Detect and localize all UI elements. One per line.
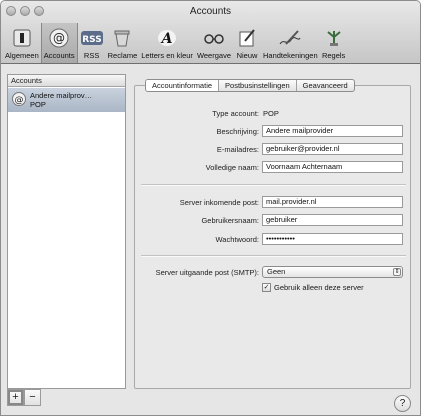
svg-text:@: @ [15, 96, 24, 106]
updown-arrows-icon: ⇕ [393, 268, 401, 276]
description-row: Beschrijving: Andere mailprovider [141, 125, 406, 137]
compose-icon [235, 27, 259, 49]
account-add-remove: + − [7, 389, 41, 406]
description-label: Beschrijving: [216, 126, 259, 136]
toolbar-label: RSS [83, 51, 100, 60]
only-this-server-checkbox[interactable]: ✓ [262, 283, 271, 292]
junk-mail-icon [110, 27, 134, 49]
smtp-select[interactable]: Geen ⇕ [262, 266, 403, 278]
type-account-value: POP [263, 108, 279, 118]
email-row: E-mailadres: gebruiker@provider.nl [141, 143, 406, 155]
smtp-row: Server uitgaande post (SMTP): Geen ⇕ [141, 266, 406, 278]
tab-accountinformatie[interactable]: Accountinformatie [146, 80, 220, 91]
at-sign-icon: @ [47, 27, 71, 49]
preferences-toolbar: Algemeen @ Accounts RSS RSS Reclame A Le… [3, 23, 418, 63]
account-item[interactable]: @ Andere mailprov… POP [8, 88, 125, 112]
toolbar-label: Accounts [43, 51, 75, 60]
rss-icon: RSS [80, 27, 104, 49]
window-title: Accounts [189, 6, 232, 17]
account-type: POP [30, 100, 46, 109]
smtp-selected-value: Geen [267, 267, 286, 276]
toolbar-label: Nieuw [236, 51, 258, 60]
password-label: Wachtwoord: [215, 234, 260, 244]
divider [141, 255, 406, 257]
settings-tabs: Accountinformatie Postbusinstellingen Ge… [145, 79, 355, 92]
toolbar-label: Algemeen [5, 51, 39, 60]
type-account-label: Type account: [212, 108, 259, 118]
type-account-row: Type account: POP [141, 107, 406, 119]
general-switch-icon [10, 27, 34, 49]
toolbar-reclame[interactable]: Reclame [106, 23, 140, 63]
description-field[interactable]: Andere mailprovider [262, 125, 403, 137]
accounts-list: Accounts @ Andere mailprov… POP [7, 74, 126, 389]
toolbar-label: Weergave [196, 51, 231, 60]
email-field[interactable]: gebruiker@provider.nl [262, 143, 403, 155]
username-label: Gebruikersnaam: [201, 215, 259, 225]
fullname-field[interactable]: Voornaam Achternaam [262, 161, 403, 173]
accounts-list-header: Accounts [8, 75, 125, 87]
incoming-server-row: Server inkomende post: mail.provider.nl [141, 196, 406, 208]
toolbar-algemeen[interactable]: Algemeen [3, 23, 41, 63]
divider [141, 184, 406, 186]
accounts-window: Accounts Algemeen @ Accounts RSS RSS Rec… [0, 0, 421, 416]
svg-text:A: A [160, 31, 173, 47]
incoming-server-label: Server inkomende post: [179, 197, 259, 207]
toolbar-regels[interactable]: Regels [320, 23, 348, 63]
fonts-icon: A [155, 27, 179, 49]
add-account-button[interactable]: + [7, 389, 24, 406]
at-sign-icon: @ [12, 92, 26, 108]
username-row: Gebruikersnaam: gebruiker [141, 214, 406, 226]
toolbar-letters-en-kleur[interactable]: A Letters en kleur [139, 23, 195, 63]
toolbar-rss[interactable]: RSS RSS [78, 23, 106, 63]
help-button[interactable]: ? [394, 395, 411, 412]
email-label: E-mailadres: [216, 144, 259, 154]
smtp-label: Server uitgaande post (SMTP): [155, 267, 259, 277]
toolbar-label: Letters en kleur [141, 51, 193, 60]
toolbar-accounts[interactable]: @ Accounts [40, 23, 78, 63]
incoming-server-field[interactable]: mail.provider.nl [262, 196, 403, 208]
toolbar-label: Regels [321, 51, 346, 60]
toolbar-handtekeningen[interactable]: Handtekeningen [261, 23, 320, 63]
svg-text:@: @ [53, 31, 65, 45]
fullname-label: Volledige naam: [205, 162, 259, 172]
svg-text:RSS: RSS [82, 35, 102, 45]
toolbar-nieuw[interactable]: Nieuw [233, 23, 261, 63]
only-this-server-label: Gebruik alleen deze server [274, 283, 364, 292]
tab-geavanceerd[interactable]: Geavanceerd [297, 80, 354, 91]
username-field[interactable]: gebruiker [262, 214, 403, 226]
fullname-row: Volledige naam: Voornaam Achternaam [141, 161, 406, 173]
password-row: Wachtwoord: ••••••••••• [141, 233, 406, 245]
toolbar-weergave[interactable]: Weergave [195, 23, 233, 63]
account-name: Andere mailprov… [30, 91, 93, 100]
only-this-server-option: ✓ Gebruik alleen deze server [262, 283, 364, 292]
title-toolbar: Accounts Algemeen @ Accounts RSS RSS Rec… [1, 1, 420, 64]
toolbar-label: Handtekeningen [262, 51, 318, 60]
rules-icon [322, 27, 346, 49]
remove-account-button[interactable]: − [24, 389, 41, 406]
tab-postbusinstellingen[interactable]: Postbusinstellingen [219, 80, 297, 91]
password-field[interactable]: ••••••••••• [262, 233, 403, 245]
toolbar-label: Reclame [107, 51, 138, 60]
glasses-icon [202, 27, 226, 49]
signature-pen-icon [278, 27, 302, 49]
